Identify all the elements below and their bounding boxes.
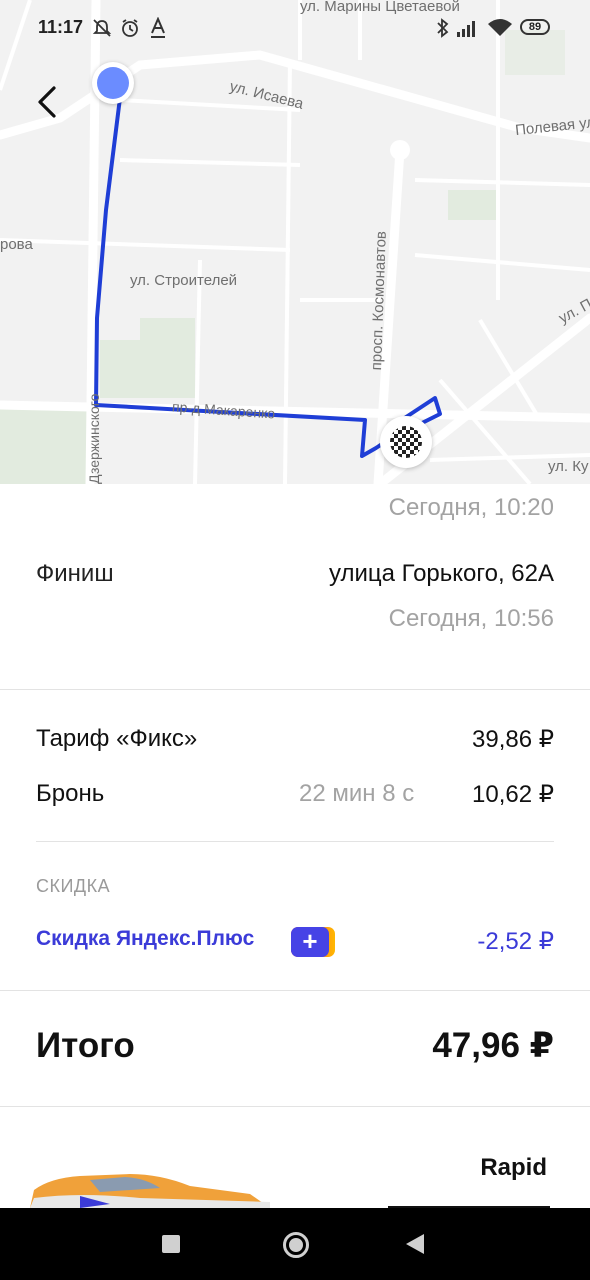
- total-value: 47,96 ₽: [432, 1026, 554, 1065]
- back-nav-button[interactable]: [404, 1232, 426, 1256]
- signal-icon: [457, 21, 475, 37]
- tariff-row: Тариф «Фикс» 39,86 ₽: [36, 725, 554, 757]
- chevron-left-icon: [38, 86, 56, 118]
- home-button[interactable]: [283, 1232, 309, 1258]
- battery-level: 89: [528, 21, 542, 33]
- tariff-label: Тариф «Фикс»: [36, 725, 198, 752]
- street-label: ул. Строителей: [130, 272, 238, 289]
- discount-header-row: СКИДКА: [36, 876, 554, 900]
- battery-icon: 89: [520, 19, 550, 35]
- discount-value: -2,52 ₽: [477, 928, 554, 955]
- street-label: рова: [0, 236, 33, 253]
- recents-button[interactable]: [162, 1235, 180, 1253]
- start-marker: [92, 62, 134, 104]
- divider: [0, 1106, 590, 1107]
- booking-duration: 22 мин 8 с: [299, 780, 415, 807]
- notifications-off-icon: [92, 19, 112, 37]
- discount-row[interactable]: Скидка Яндекс.Плюс + -2,52 ₽: [36, 927, 554, 959]
- finish-time: Сегодня, 10:56: [388, 605, 554, 632]
- divider: [36, 841, 554, 842]
- discount-label: Скидка Яндекс.Плюс: [36, 927, 255, 950]
- route-map[interactable]: ул. Марины Цветаевой ул. Исаева Полевая …: [0, 0, 590, 484]
- total-row: Итого 47,96 ₽: [36, 1026, 554, 1070]
- finish-flag-icon: [380, 416, 432, 468]
- finish-row: Финиш улица Горького, 62А: [36, 560, 554, 590]
- street-label: ул. Ку: [548, 458, 589, 475]
- divider: [0, 990, 590, 991]
- booking-value: 10,62 ₽: [472, 781, 554, 808]
- finish-time-row: Сегодня, 10:56: [36, 605, 554, 635]
- finish-address: улица Горького, 62А: [329, 560, 554, 587]
- finish-label: Финиш: [36, 560, 114, 587]
- status-bar: 11:17 89: [0, 0, 590, 56]
- alarm-icon: [122, 19, 138, 37]
- back-button[interactable]: [28, 82, 68, 122]
- total-label: Итого: [36, 1026, 135, 1065]
- status-time: 11:17: [38, 17, 84, 37]
- car-image: [20, 1168, 270, 1208]
- start-time: Сегодня, 10:20: [388, 494, 554, 521]
- font-icon: [151, 17, 165, 38]
- start-time-row: Сегодня, 10:20: [36, 494, 554, 524]
- booking-label: Бронь: [36, 780, 105, 807]
- yandex-plus-icon: +: [291, 927, 335, 957]
- discount-header: СКИДКА: [36, 876, 111, 896]
- system-navigation-bar: [0, 1208, 590, 1280]
- car-model: Rapid: [480, 1154, 547, 1181]
- tariff-value: 39,86 ₽: [472, 726, 554, 753]
- trip-details-sheet[interactable]: Сегодня, 10:20 Финиш улица Горького, 62А…: [0, 484, 590, 1208]
- street-label: Дзержинского: [86, 393, 102, 484]
- wifi-icon: [488, 19, 512, 36]
- booking-row: Бронь 22 мин 8 с 10,62 ₽: [36, 780, 554, 812]
- bluetooth-icon: [437, 18, 449, 38]
- divider: [0, 689, 590, 690]
